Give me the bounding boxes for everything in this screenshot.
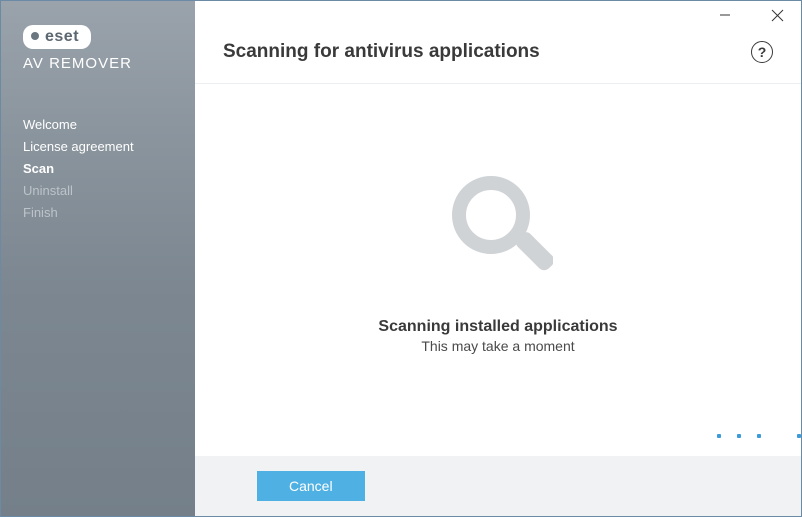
page-header: Scanning for antivirus applications ? <box>195 29 801 84</box>
help-icon: ? <box>758 44 767 60</box>
main-panel: Scanning for antivirus applications ? Sc… <box>195 1 801 516</box>
search-icon <box>443 170 553 290</box>
status-subtitle: This may take a moment <box>421 338 574 354</box>
page-title: Scanning for antivirus applications <box>223 41 540 63</box>
close-icon <box>771 9 784 22</box>
wizard-steps: Welcome License agreement Scan Uninstall… <box>1 114 195 224</box>
sidebar-item-uninstall: Uninstall <box>23 180 195 202</box>
minimize-button[interactable] <box>711 5 739 25</box>
minimize-icon <box>719 9 731 21</box>
brand-logo: eset <box>23 25 91 49</box>
sidebar: eset AV REMOVER Welcome License agreemen… <box>1 1 195 516</box>
cancel-button[interactable]: Cancel <box>257 471 365 501</box>
sidebar-item-license: License agreement <box>23 136 195 158</box>
status-title: Scanning installed applications <box>378 318 617 336</box>
titlebar <box>195 1 801 29</box>
page-body: Scanning installed applications This may… <box>195 84 801 456</box>
footer: Cancel <box>195 456 801 516</box>
brand: eset AV REMOVER <box>1 25 195 72</box>
progress-indicator <box>389 432 801 442</box>
sidebar-item-welcome: Welcome <box>23 114 195 136</box>
app-window: eset AV REMOVER Welcome License agreemen… <box>0 0 802 517</box>
brand-subtitle: AV REMOVER <box>23 55 195 72</box>
close-button[interactable] <box>763 5 791 25</box>
help-button[interactable]: ? <box>751 41 773 63</box>
sidebar-item-finish: Finish <box>23 202 195 224</box>
sidebar-item-scan: Scan <box>23 158 195 180</box>
